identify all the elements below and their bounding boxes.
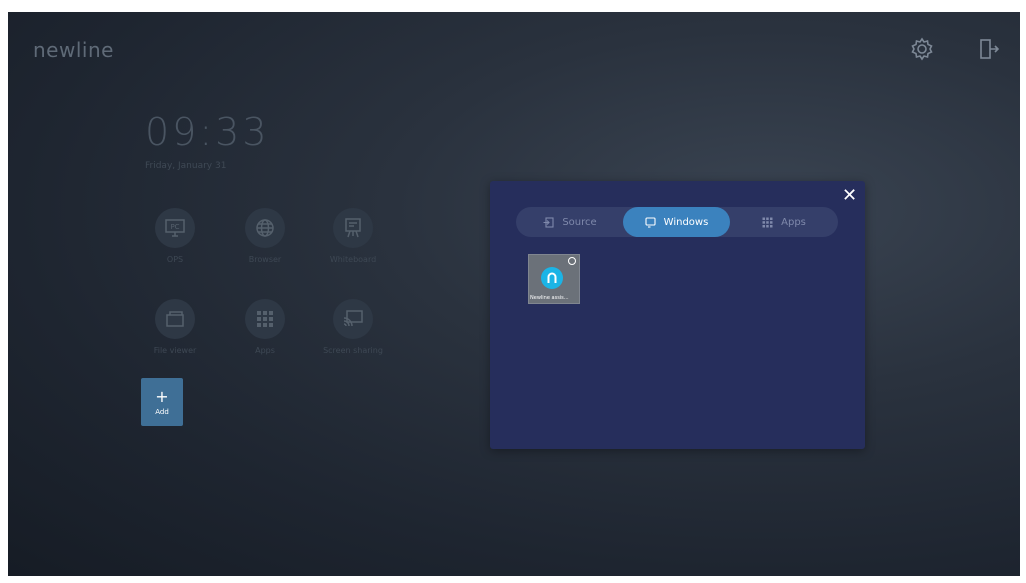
app-label: Whiteboard: [329, 255, 377, 264]
grid-icon: [257, 311, 273, 327]
app-label: Apps: [255, 346, 275, 355]
cast-screen-icon: [343, 310, 363, 327]
app-whiteboard-circle: [333, 208, 373, 248]
exit-door-icon: [980, 39, 1000, 59]
svg-text:PC: PC: [170, 223, 179, 231]
tab-source[interactable]: Source: [522, 207, 618, 237]
add-app-button[interactable]: + Add: [141, 378, 183, 426]
windows-dialog: ✕ Source Windows Apps Newline assis...: [490, 181, 865, 449]
pc-monitor-icon: PC: [165, 219, 185, 237]
folder-icon: [166, 311, 184, 327]
plus-icon: +: [155, 386, 169, 406]
whiteboard-easel-icon: [345, 218, 361, 238]
brand-logo: newline: [33, 38, 114, 62]
app-label: OPS: [166, 255, 184, 264]
app-screen-sharing[interactable]: Screen sharing: [308, 299, 398, 355]
newline-n-icon: [541, 267, 563, 289]
close-icon[interactable]: ✕: [842, 187, 857, 205]
app-label: Browser: [248, 255, 282, 264]
window-thumbnail[interactable]: Newline assis...: [528, 254, 580, 304]
tab-apps-label: Apps: [781, 216, 806, 228]
app-browser[interactable]: Browser: [220, 208, 310, 264]
clock-time: 09:33: [145, 110, 270, 154]
tab-windows[interactable]: Windows: [623, 207, 730, 237]
add-label: Add: [155, 407, 169, 416]
window-status-icon: [568, 257, 576, 265]
globe-icon: [256, 219, 274, 237]
app-screen-sharing-circle: [333, 299, 373, 339]
desktop-screen: newline 09:33 Friday, January 31 PC OPS: [8, 12, 1020, 576]
settings-button[interactable]: [909, 36, 935, 62]
app-browser-circle: [245, 208, 285, 248]
app-apps[interactable]: Apps: [220, 299, 310, 355]
app-label: File viewer: [153, 346, 197, 355]
tab-apps[interactable]: Apps: [736, 207, 832, 237]
app-file-viewer-circle: [155, 299, 195, 339]
gear-icon: [911, 37, 933, 61]
tab-source-label: Source: [562, 216, 597, 228]
source-input-icon: [543, 216, 554, 228]
dialog-tab-bar: Source Windows Apps: [516, 207, 838, 237]
grid-icon: [762, 217, 773, 227]
clock-date: Friday, January 31: [145, 161, 227, 171]
app-apps-circle: [245, 299, 285, 339]
exit-button[interactable]: [976, 36, 1002, 62]
app-label: Screen sharing: [323, 346, 383, 355]
tab-windows-label: Windows: [663, 216, 709, 228]
window-title: Newline assis...: [530, 295, 569, 301]
app-file-viewer[interactable]: File viewer: [130, 299, 220, 355]
app-ops-circle: PC: [155, 208, 195, 248]
app-whiteboard[interactable]: Whiteboard: [308, 208, 398, 264]
app-ops[interactable]: PC OPS: [130, 208, 220, 264]
window-monitor-icon: [645, 216, 656, 228]
